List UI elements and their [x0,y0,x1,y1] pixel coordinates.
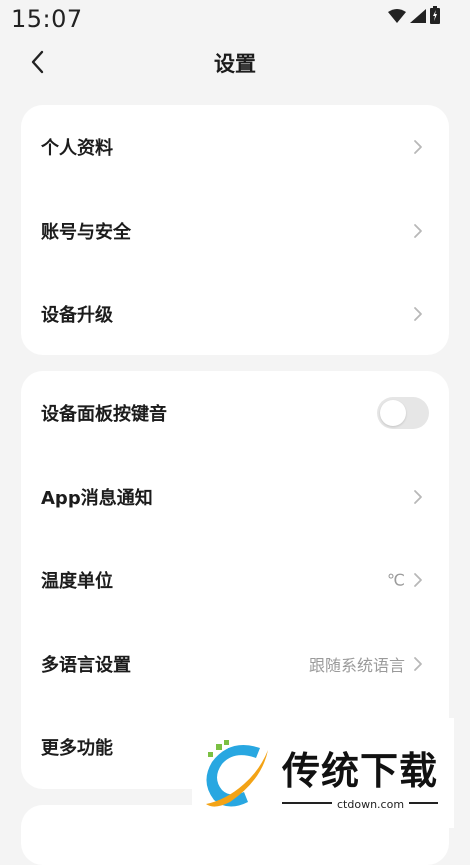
toggle-knob [380,400,406,426]
settings-item-key-sound: 设备面板按键音 [21,371,449,455]
settings-item-label: App消息通知 [41,488,153,509]
key-sound-toggle[interactable] [377,397,429,429]
battery-charging-icon [430,6,440,28]
chevron-right-icon [414,490,422,504]
settings-item-device-upgrade[interactable]: 设备升级 [21,272,449,356]
chevron-right-icon [414,224,422,238]
status-bar: 15:07 [0,0,470,34]
settings-item-label: 个人资料 [41,138,113,159]
temperature-unit-value: ℃ [387,570,405,590]
page-title: 设置 [214,52,256,76]
settings-item-app-notifications[interactable]: App消息通知 [21,455,449,539]
chevron-right-icon [414,657,422,671]
settings-item-temperature-unit[interactable]: 温度单位 ℃ [21,538,449,622]
watermark-brand: 传统下载 [282,749,439,793]
cellular-signal-icon [410,8,426,27]
status-icons [388,6,440,28]
settings-item-label: 设备面板按键音 [41,404,167,425]
settings-item-label: 账号与安全 [41,222,131,243]
settings-item-label: 设备升级 [41,305,113,326]
account-settings-card: 个人资料 账号与安全 设备升级 [21,105,449,355]
settings-item-label: 更多功能 [41,738,113,759]
settings-item-profile[interactable]: 个人资料 [21,105,449,189]
header: 设置 [0,38,470,86]
chevron-right-icon [414,307,422,321]
watermark-domain: ctdown.com [332,798,410,811]
watermark: 传统下载 ctdown.com [192,718,454,828]
settings-item-label: 温度单位 [41,571,113,592]
chevron-right-icon [414,140,422,154]
chevron-right-icon [414,573,422,587]
settings-item-language[interactable]: 多语言设置 跟随系统语言 [21,622,449,706]
watermark-logo-icon [206,740,268,807]
settings-item-account-security[interactable]: 账号与安全 [21,189,449,273]
status-time: 15:07 [11,5,83,33]
wifi-icon [388,8,406,27]
language-value: 跟随系统语言 [308,656,405,675]
settings-item-label: 多语言设置 [41,655,131,676]
